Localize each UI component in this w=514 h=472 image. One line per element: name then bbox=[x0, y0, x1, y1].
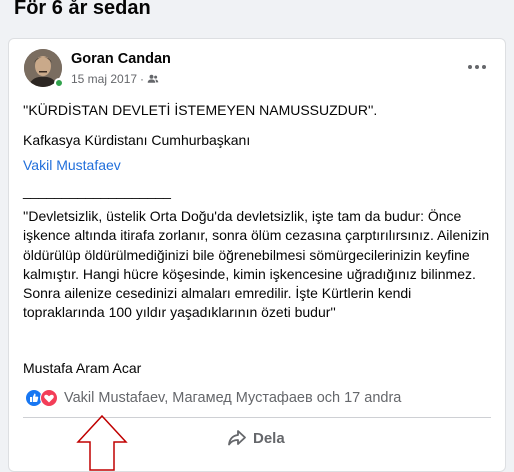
share-button[interactable]: Dela bbox=[227, 429, 285, 447]
post-author[interactable]: Goran Candan bbox=[71, 51, 171, 67]
post-meta: 15 maj 2017 · bbox=[71, 72, 159, 86]
post-quote: ''Devletsizlik, üstelik Orta Doğu'da dev… bbox=[23, 208, 490, 321]
post-line-headline: ''KÜRDİSTAN DEVLETİ İSTEMEYEN NAMUSSUZDU… bbox=[23, 102, 378, 118]
love-reaction-icon bbox=[40, 389, 58, 407]
post-date[interactable]: 15 maj 2017 bbox=[71, 72, 137, 86]
reaction-icons bbox=[25, 389, 58, 407]
online-status-dot bbox=[54, 78, 64, 88]
reactions-text[interactable]: Vakil Mustafaev, Магамед Мустафаев och 1… bbox=[64, 390, 401, 406]
reactions-summary[interactable]: Vakil Mustafaev, Магамед Мустафаев och 1… bbox=[25, 389, 401, 407]
dot-icon bbox=[468, 65, 472, 69]
share-arrow-icon bbox=[228, 430, 246, 446]
post-line-underscore: ___________________ bbox=[23, 183, 171, 199]
friends-icon[interactable] bbox=[147, 73, 159, 85]
dot-icon bbox=[475, 65, 479, 69]
post-link-vakil[interactable]: Vakil Mustafaev bbox=[23, 156, 495, 175]
more-options-button[interactable] bbox=[465, 61, 489, 73]
share-label: Dela bbox=[253, 429, 285, 447]
meta-separator: · bbox=[140, 72, 145, 86]
section-title: För 6 år sedan bbox=[14, 0, 151, 19]
annotation-arrow-icon bbox=[76, 414, 128, 471]
post-card: Goran Candan 15 maj 2017 · ''KÜRDİSTAN D… bbox=[8, 38, 506, 472]
post-line-title: Kafkasya Kürdistanı Cumhurbaşkanı bbox=[23, 132, 251, 148]
post-signature: Mustafa Aram Acar bbox=[23, 360, 142, 376]
dot-icon bbox=[482, 65, 486, 69]
